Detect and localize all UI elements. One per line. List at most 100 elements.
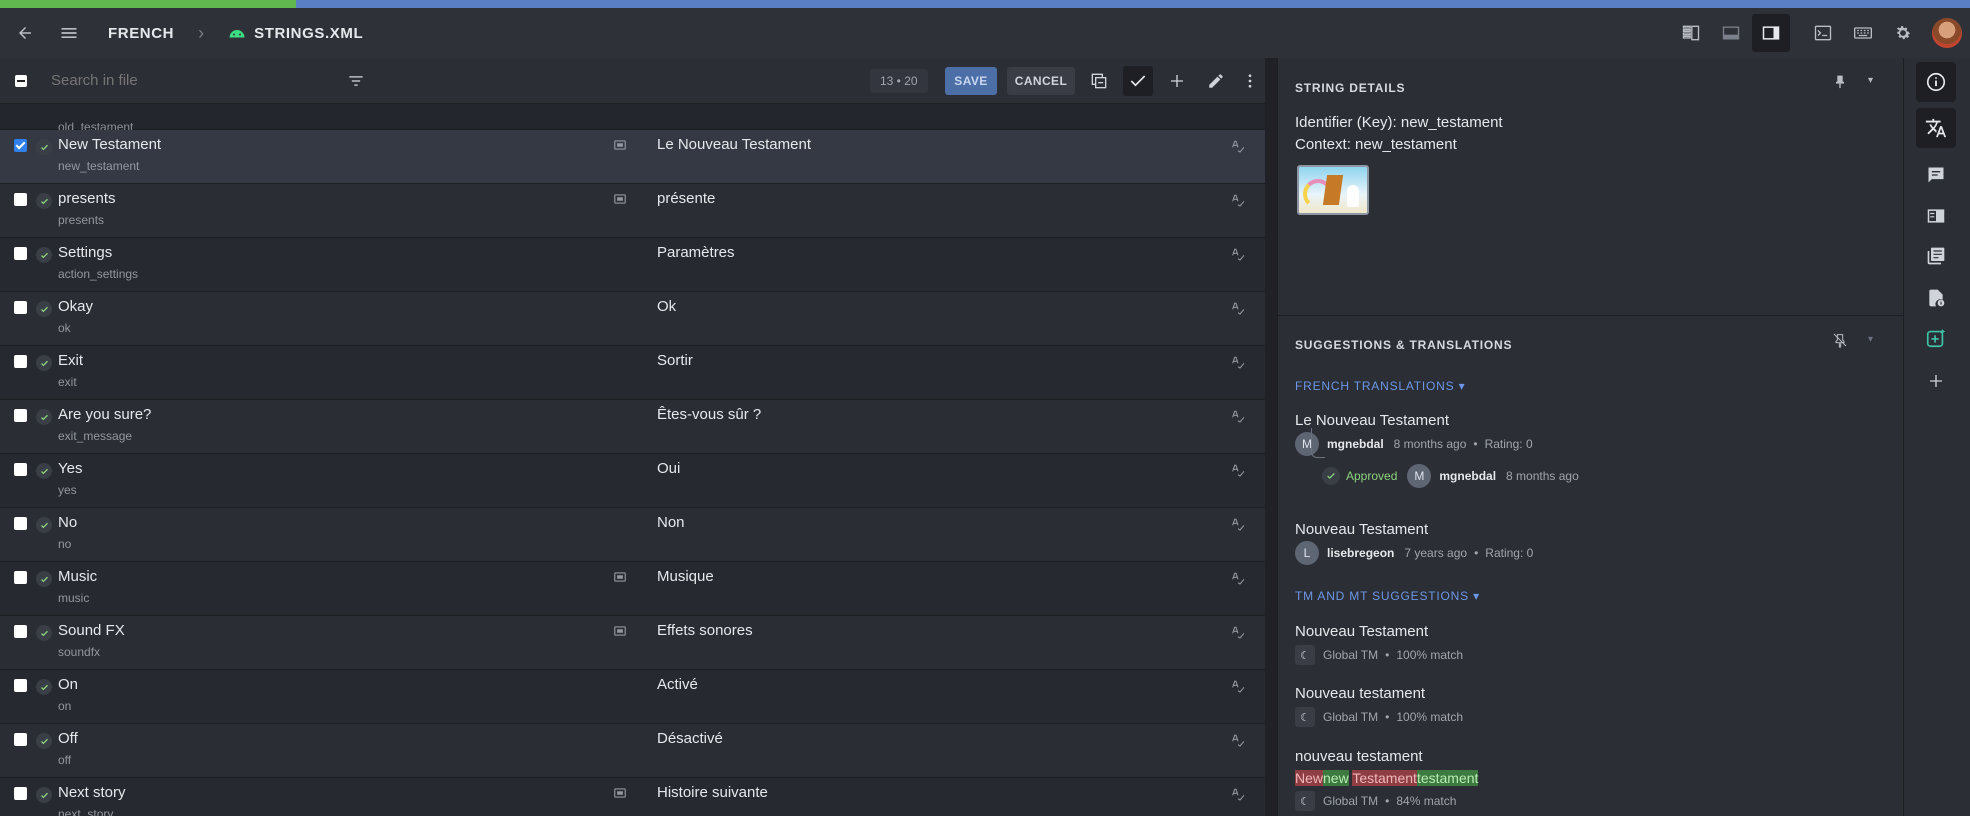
screenshot-icon[interactable] (613, 138, 627, 157)
spellcheck-icon[interactable] (1230, 678, 1246, 699)
row-checkbox[interactable] (14, 301, 27, 314)
user-avatar[interactable] (1932, 18, 1962, 48)
terminal-icon[interactable] (1804, 14, 1842, 52)
side-by-side-view-icon[interactable] (1672, 14, 1710, 52)
row-checkbox[interactable] (14, 463, 27, 476)
search-input[interactable] (51, 72, 341, 89)
string-row[interactable]: No no Non (0, 508, 1265, 562)
screenshot-icon[interactable] (613, 624, 627, 643)
copy-source-icon[interactable] (1084, 66, 1114, 96)
menu-icon[interactable] (50, 14, 88, 52)
spellcheck-icon[interactable] (1230, 732, 1246, 753)
spellcheck-icon[interactable] (1230, 192, 1246, 213)
translation-text[interactable]: Non (657, 514, 685, 531)
username[interactable]: mgnebdal (1327, 437, 1384, 451)
string-row[interactable]: Sound FX soundfx Effets sonores (0, 616, 1265, 670)
translation-text[interactable]: Oui (657, 460, 680, 477)
screenshot-icon[interactable] (613, 192, 627, 211)
save-button[interactable]: SAVE (945, 67, 997, 95)
string-row[interactable]: Off off Désactivé (0, 724, 1265, 778)
right-panel-view-icon[interactable] (1752, 14, 1790, 52)
translation-text[interactable]: Ok (657, 298, 676, 315)
translation-text[interactable]: Sortir (657, 352, 693, 369)
pin-icon[interactable] (1832, 73, 1848, 94)
approve-check-icon[interactable] (1123, 66, 1153, 96)
row-checkbox[interactable] (14, 571, 27, 584)
row-checkbox[interactable] (14, 517, 27, 530)
spellcheck-icon[interactable] (1230, 462, 1246, 483)
spellcheck-icon[interactable] (1230, 516, 1246, 537)
username[interactable]: mgnebdal (1439, 469, 1496, 483)
back-arrow-icon[interactable] (6, 14, 44, 52)
collapse-arrow-icon[interactable]: ▾ (1868, 334, 1873, 345)
string-row[interactable]: Yes yes Oui (0, 454, 1265, 508)
row-checkbox[interactable] (14, 733, 27, 746)
more-vertical-icon[interactable] (1240, 66, 1260, 96)
spellcheck-icon[interactable] (1230, 354, 1246, 375)
collapse-arrow-icon[interactable]: ▾ (1868, 75, 1873, 86)
select-all-checkbox[interactable] (15, 74, 27, 87)
spellcheck-icon[interactable] (1230, 624, 1246, 645)
cancel-button[interactable]: CANCEL (1007, 67, 1075, 95)
row-checkbox[interactable] (14, 787, 27, 800)
translation-text[interactable]: présente (657, 190, 715, 207)
info-icon[interactable] (1916, 62, 1956, 102)
string-row[interactable]: Exit exit Sortir (0, 346, 1265, 400)
gear-icon[interactable] (1884, 14, 1922, 52)
string-row[interactable]: Okay ok Ok (0, 292, 1265, 346)
spellcheck-icon[interactable] (1230, 786, 1246, 807)
username[interactable]: lisebregeon (1327, 546, 1394, 560)
spellcheck-icon[interactable] (1230, 300, 1246, 321)
string-row[interactable]: Are you sure? exit_message Êtes-vous sûr ? (0, 400, 1265, 454)
spellcheck-icon[interactable] (1230, 246, 1246, 267)
screenshot-thumbnail[interactable] (1297, 165, 1369, 215)
row-checkbox[interactable] (14, 355, 27, 368)
translation-text[interactable]: Musique (657, 568, 714, 585)
translation-text[interactable]: Le Nouveau Testament (657, 136, 811, 153)
string-row[interactable]: On on Activé (0, 670, 1265, 724)
translation-text[interactable]: Effets sonores (657, 622, 753, 639)
translation-text[interactable]: Êtes-vous sûr ? (657, 406, 761, 423)
file-info-icon[interactable] (1916, 278, 1956, 318)
string-row[interactable]: Music music Musique (0, 562, 1265, 616)
row-checkbox[interactable] (14, 409, 27, 422)
spellcheck-icon[interactable] (1230, 138, 1246, 159)
add-icon[interactable] (1162, 66, 1192, 96)
spellcheck-icon[interactable] (1230, 570, 1246, 591)
translation-text[interactable]: Histoire suivante (657, 784, 768, 801)
translation-text[interactable]: Désactivé (657, 730, 723, 747)
ai-assistant-icon[interactable] (1916, 318, 1956, 358)
comments-icon[interactable] (1916, 155, 1956, 195)
translation-text[interactable]: Paramètres (657, 244, 735, 261)
row-checkbox[interactable] (14, 625, 27, 638)
bottom-panel-view-icon[interactable] (1712, 14, 1750, 52)
breadcrumb-project[interactable]: FRENCH (108, 25, 174, 42)
translation-text[interactable]: Activé (657, 676, 698, 693)
edit-pencil-icon[interactable] (1201, 66, 1231, 96)
french-translations-header[interactable]: FRENCH TRANSLATIONS ▾ (1295, 379, 1465, 393)
row-checkbox[interactable] (14, 247, 27, 260)
add-app-icon[interactable] (1916, 361, 1956, 401)
spellcheck-icon[interactable] (1230, 408, 1246, 429)
filter-icon[interactable] (341, 71, 371, 91)
string-row[interactable]: New Testament new_testament Le Nouveau Tes… (0, 130, 1265, 184)
string-row[interactable]: Next story next_story Histoire suivante (0, 778, 1265, 816)
translate-icon[interactable] (1916, 108, 1956, 148)
library-icon[interactable] (1916, 236, 1956, 276)
screenshot-icon[interactable] (613, 786, 627, 805)
row-checkbox[interactable] (14, 193, 27, 206)
tm-suggestion-text[interactable]: Nouveau Testament (1295, 623, 1428, 640)
unpin-icon[interactable] (1832, 332, 1848, 353)
translation-suggestion-text[interactable]: Le Nouveau Testament (1295, 412, 1449, 429)
translation-suggestion-text[interactable]: Nouveau Testament (1295, 521, 1428, 538)
tm-suggestions-header[interactable]: TM AND MT SUGGESTIONS ▾ (1295, 589, 1480, 603)
row-checkbox[interactable] (14, 679, 27, 692)
list-scrollbar[interactable] (1265, 58, 1277, 816)
string-row[interactable]: Settings action_settings Paramètres (0, 238, 1265, 292)
tm-suggestion-text[interactable]: nouveau testament (1295, 748, 1423, 765)
glossary-icon[interactable] (1916, 196, 1956, 236)
screenshot-icon[interactable] (613, 570, 627, 589)
row-checkbox[interactable] (14, 139, 27, 152)
tm-suggestion-text[interactable]: Nouveau testament (1295, 685, 1425, 702)
string-row[interactable]: presents presents présente (0, 184, 1265, 238)
